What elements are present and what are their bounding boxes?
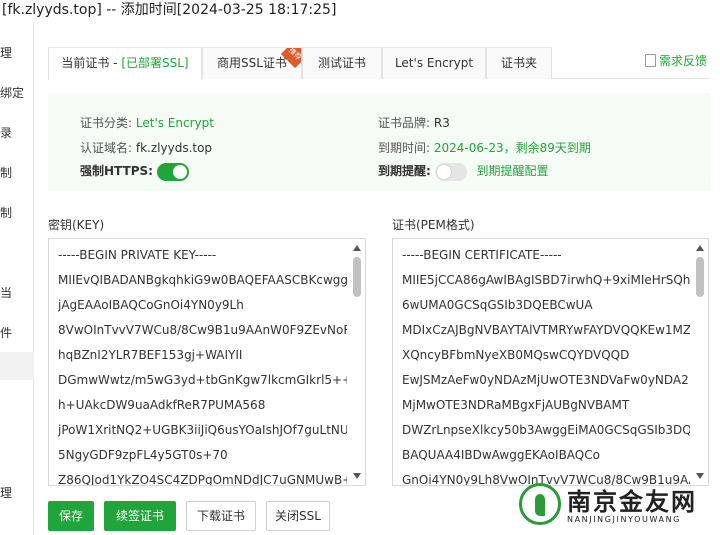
tab-label: 当前证书 -: [61, 56, 122, 70]
cert-line: 6wUMA0GCSqGSIb3DQEBCwUA: [402, 298, 593, 312]
domain-label: 认证域名:: [80, 141, 133, 155]
scroll-up-icon[interactable]: [696, 245, 704, 251]
expiry-remind-toggle[interactable]: [434, 162, 467, 181]
tab-lets-encrypt[interactable]: Let's Encrypt: [382, 47, 486, 79]
cert-scrollbar[interactable]: [694, 241, 706, 483]
brand-label: 证书品牌:: [378, 116, 431, 130]
cert-line: MIIE5jCCA86gAwIBAgISBD7irwhQ+9xiMIeHrSQh…: [402, 273, 690, 287]
window-title: [fk.zlyyds.top] -- 添加时间[2024-03-25 18:17…: [2, 2, 337, 18]
close-ssl-button[interactable]: 关闭SSL: [266, 501, 330, 531]
watermark-title: 南京金友网: [567, 487, 697, 516]
tab-label: 商用SSL证书: [217, 56, 287, 70]
expiry-value: 2024-06-23，剩余89天到期: [433, 141, 591, 155]
key-line: -----BEGIN PRIVATE KEY-----: [58, 248, 217, 262]
cert-line: XQncyBFbmNyeXB0MQswCQYDVQQD: [402, 348, 630, 362]
category-label: 证书分类:: [80, 116, 133, 130]
key-line: h+UAkcDW9uaAdkfReR7PUMA568: [58, 398, 266, 412]
sidebar-item[interactable]: 理: [0, 484, 12, 501]
sidebar-item[interactable]: 绑定: [0, 84, 24, 101]
cert-line: MjMwOTE3NDRaMBgxFjAUBgNVBAMT: [402, 398, 630, 412]
expiry-label: 到期时间:: [378, 141, 431, 155]
sidebar-item[interactable]: 理: [0, 44, 12, 61]
expiry-remind-label: 到期提醒:: [378, 164, 431, 178]
sidebar-item[interactable]: 件: [0, 324, 12, 341]
cert-line: -----BEGIN CERTIFICATE-----: [402, 248, 562, 262]
leaf-logo-icon: [519, 483, 561, 525]
brand-value: R3: [433, 116, 450, 130]
sidebar-item[interactable]: 制: [0, 204, 12, 221]
cert-line: BAQUAA4IBDwAwggEKAoIBAQCo: [402, 448, 600, 462]
tab-label: Let's Encrypt: [394, 56, 474, 70]
key-line: jPoW1XritNQ2+UGBK3iiJiQ6usYOaIshJOf7guLt…: [58, 423, 347, 437]
feedback-link[interactable]: 需求反馈: [645, 52, 707, 69]
sidebar-item[interactable]: 录: [0, 124, 12, 141]
save-button[interactable]: 保存: [48, 501, 94, 531]
scroll-up-icon[interactable]: [353, 245, 361, 251]
deployed-status: [已部署SSL]: [121, 56, 189, 70]
key-line: jAgEAAoIBAQCoGnOi4YN0y9Lh: [58, 298, 244, 312]
key-line: 8VwOInTvvV7WCu8/8Cw9B1u9AAnW0F9ZEvNoRT: [58, 323, 347, 337]
cert-line: DWZrLnpseXlkcy50b3AwggEiMA0GCSqGSIb3DQE: [402, 423, 690, 437]
cert-info-panel: 证书分类: Let's Encrypt 证书品牌: R3 认证域名: fk.zl…: [48, 93, 710, 191]
tab-commercial-ssl[interactable]: 商用SSL证书 推荐: [202, 47, 302, 79]
key-line: 5NgyGDF9zpFL4y5GT0s+70: [58, 448, 228, 462]
watermark: 南京金友网 NANJINGJINYOUWANG: [515, 478, 720, 535]
ssl-tabs: 当前证书 - [已部署SSL] 商用SSL证书 推荐 测试证书 Let's En…: [48, 47, 710, 80]
remind-config-link[interactable]: 到期提醒配置: [476, 164, 548, 178]
category-value: Let's Encrypt: [135, 116, 214, 130]
force-https-label: 强制HTTPS:: [80, 164, 153, 178]
domain-value: fk.zlyyds.top: [135, 141, 213, 155]
sidebar-item[interactable]: 当: [0, 284, 12, 301]
cert-label: 证书(PEM格式): [392, 218, 475, 232]
tab-cert-folder[interactable]: 证书夹: [486, 47, 552, 79]
key-line: Z86QJod1YkZO4SC4ZDPgOmNDdJC7uGNMUwB+: [58, 473, 347, 486]
cert-line: EwJSMzAeFw0yNDAzMjUwOTE3NDVaFw0yNDA2: [402, 373, 689, 387]
key-scrollbar[interactable]: [351, 241, 363, 483]
renew-cert-button[interactable]: 续签证书: [104, 501, 176, 531]
watermark-subtitle: NANJINGJINYOUWANG: [567, 515, 681, 524]
key-label: 密钥(KEY): [48, 218, 105, 232]
sidebar-divider: [0, 352, 34, 380]
tab-current-cert[interactable]: 当前证书 - [已部署SSL]: [48, 47, 202, 80]
tab-label: 测试证书: [317, 56, 366, 70]
feedback-label: 需求反馈: [659, 54, 708, 68]
key-textarea[interactable]: -----BEGIN PRIVATE KEY----- MIIEvQIBADAN…: [48, 238, 366, 486]
edit-icon: [645, 54, 656, 67]
key-line: hqBZnI2YLR7BEF153gj+WAIYII: [58, 348, 243, 362]
key-line: DGmwWwtz/m5wG3yd+tbGnKgw7lkcmGIkrl5++F: [58, 373, 347, 387]
key-line: MIIEvQIBADANBgkqhkiG9w0BAQEFAASCBKcwggS: [58, 273, 347, 287]
tab-label: 证书夹: [500, 56, 537, 70]
left-sidebar: 理 绑定 录 制 制 当 件 理: [0, 22, 34, 535]
download-cert-button[interactable]: 下载证书: [186, 501, 256, 531]
scroll-down-icon[interactable]: [353, 473, 361, 479]
scroll-thumb[interactable]: [696, 257, 704, 297]
cert-textarea[interactable]: -----BEGIN CERTIFICATE----- MIIE5jCCA86g…: [392, 238, 709, 486]
force-https-toggle[interactable]: [156, 162, 189, 181]
scroll-thumb[interactable]: [353, 257, 361, 297]
sidebar-item[interactable]: 制: [0, 164, 12, 181]
tab-test-cert[interactable]: 测试证书: [302, 47, 382, 79]
cert-line: MDIxCzAJBgNVBAYTAlVTMRYwFAYDVQQKEw1MZ: [402, 323, 690, 337]
